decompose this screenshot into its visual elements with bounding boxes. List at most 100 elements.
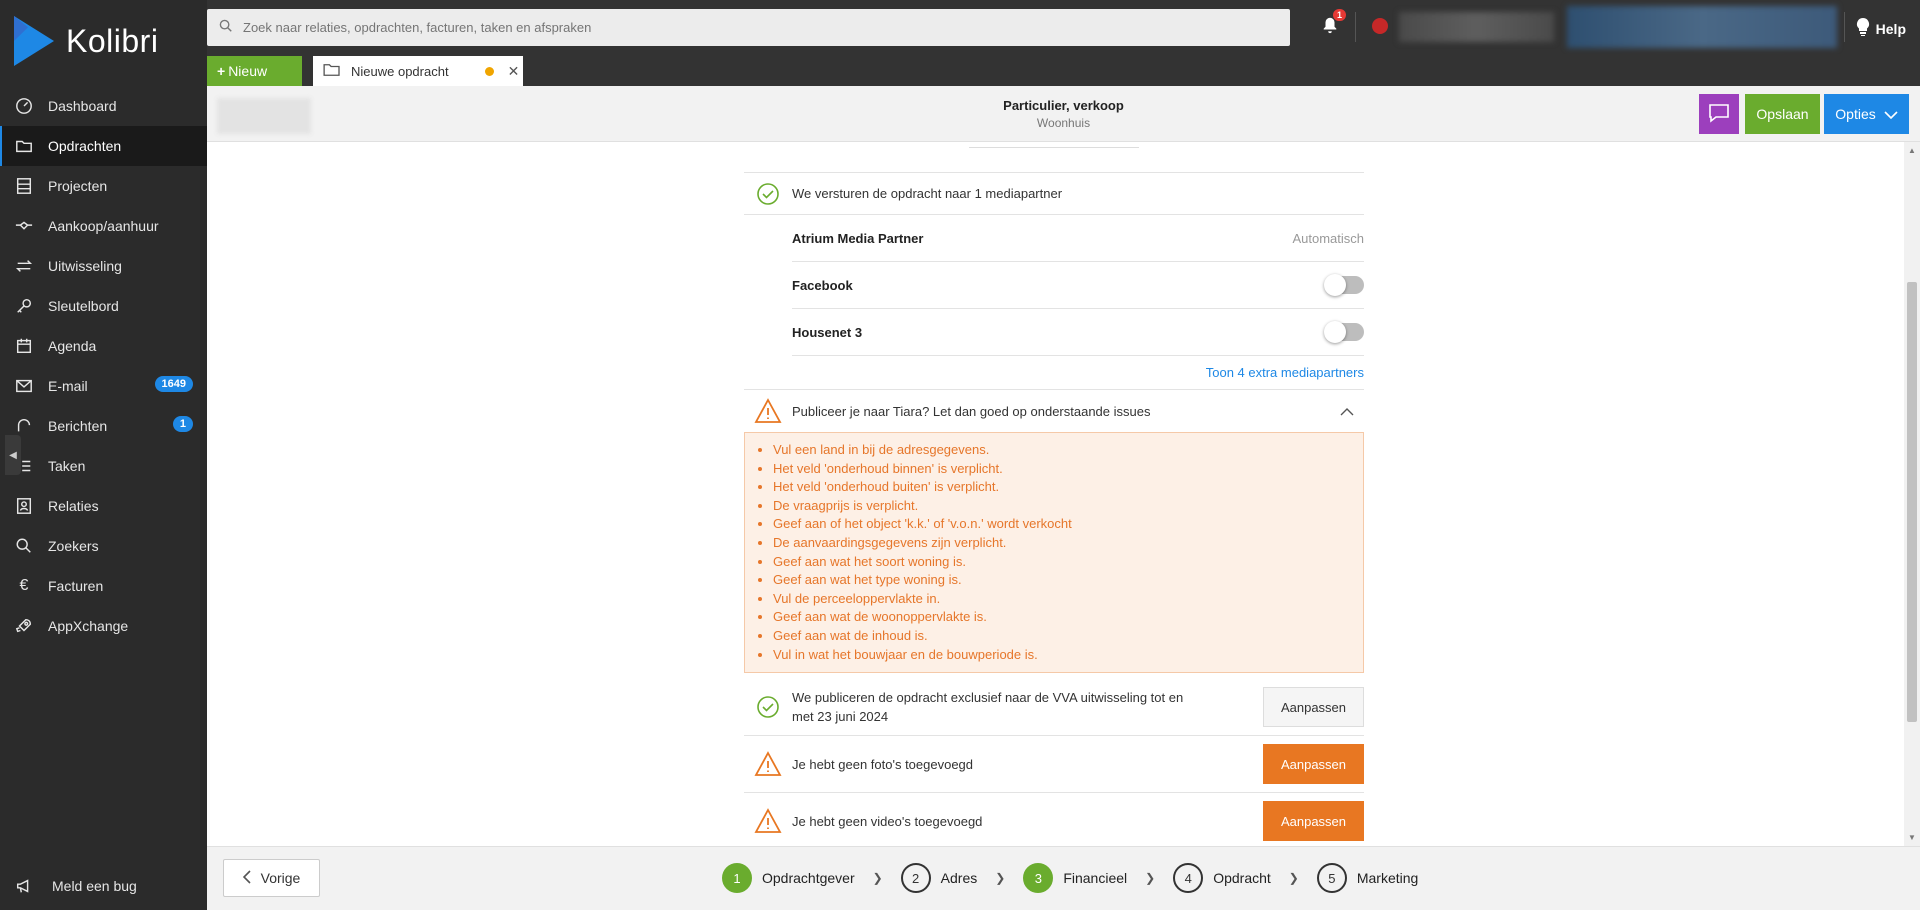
show-more-partners-link[interactable]: Toon 4 extra mediapartners xyxy=(744,356,1364,390)
adjust-exchange-button[interactable]: Aanpassen xyxy=(1263,687,1364,728)
page-title: Particulier, verkoop xyxy=(1003,98,1124,113)
global-search[interactable] xyxy=(207,9,1290,46)
sidebar-item-taken[interactable]: Taken xyxy=(0,446,207,486)
search-input[interactable] xyxy=(243,20,1290,35)
section-tab-remnant xyxy=(969,142,1139,148)
chevron-down-icon xyxy=(1884,106,1898,122)
chevron-right-icon: ❯ xyxy=(1145,871,1156,885)
sidebar-item-aankoop[interactable]: Aankoop/aanhuur xyxy=(0,206,207,246)
sidebar-item-uitwisseling[interactable]: Uitwisseling xyxy=(0,246,207,286)
options-label: Opties xyxy=(1835,106,1876,122)
step-adres[interactable]: 2 Adres xyxy=(900,863,978,893)
step-financieel[interactable]: 3 Financieel xyxy=(1023,863,1127,893)
record-header: Particulier, verkoop Woonhuis Opslaan Op… xyxy=(207,86,1920,142)
key-icon xyxy=(14,296,34,316)
chat-button[interactable] xyxy=(1699,94,1739,134)
close-tab-icon[interactable]: ✕ xyxy=(508,63,520,80)
sidebar: Kolibri Dashboard Opdrachten Projecten A… xyxy=(0,0,207,910)
search-icon xyxy=(219,19,233,36)
main-scrollbar[interactable]: ▲ ▼ xyxy=(1904,142,1920,846)
exchange-icon xyxy=(14,256,34,276)
issue-item: Vul een land in bij de adresgegevens. xyxy=(773,441,1351,460)
sidebar-item-projecten[interactable]: Projecten xyxy=(0,166,207,206)
issue-item: Geef aan wat de inhoud is. xyxy=(773,627,1351,646)
sidebar-item-label: Projecten xyxy=(48,178,108,194)
search-icon xyxy=(14,536,34,556)
media-partner-row: Atrium Media Partner Automatisch xyxy=(792,215,1364,262)
sidebar-item-dashboard[interactable]: Dashboard xyxy=(0,86,207,126)
scroll-up-icon[interactable]: ▲ xyxy=(1908,146,1916,155)
unsaved-indicator xyxy=(484,66,494,76)
sidebar-item-facturen[interactable]: € Facturen xyxy=(0,566,207,606)
marketing-panel: We versturen de opdracht naar 1 mediapar… xyxy=(744,172,1364,846)
chevron-left-icon xyxy=(242,869,251,887)
report-bug-label: Meld een bug xyxy=(52,878,137,894)
main-content: We versturen de opdracht naar 1 mediapar… xyxy=(207,142,1904,846)
chevron-right-icon: ❯ xyxy=(872,871,883,885)
save-button[interactable]: Opslaan xyxy=(1745,94,1820,134)
options-button[interactable]: Opties xyxy=(1824,94,1909,134)
scroll-down-icon[interactable]: ▼ xyxy=(1908,833,1916,842)
step-label: Opdrachtgever xyxy=(762,870,855,886)
step-opdrachtgever[interactable]: 1 Opdrachtgever xyxy=(722,863,855,893)
sidebar-item-zoekers[interactable]: Zoekers xyxy=(0,526,207,566)
calendar-icon xyxy=(14,336,34,356)
sidebar-item-label: Opdrachten xyxy=(48,138,122,154)
videos-row: Je hebt geen video's toegevoegd Aanpasse… xyxy=(744,793,1364,846)
sidebar-item-sleutelbord[interactable]: Sleutelbord xyxy=(0,286,207,326)
logo[interactable]: Kolibri xyxy=(14,16,158,66)
step-number: 2 xyxy=(900,863,931,893)
issue-item: Het veld 'onderhoud binnen' is verplicht… xyxy=(773,460,1351,479)
sidebar-item-label: Aankoop/aanhuur xyxy=(48,218,159,234)
folder-open-icon xyxy=(323,63,341,80)
media-partner-row: Facebook xyxy=(792,262,1364,309)
housenet-toggle[interactable] xyxy=(1324,321,1364,343)
dashboard-icon xyxy=(14,96,34,116)
sidebar-item-berichten[interactable]: Berichten 1 xyxy=(0,406,207,446)
rocket-icon xyxy=(14,616,34,636)
step-label: Adres xyxy=(940,870,978,886)
step-marketing[interactable]: 5 Marketing xyxy=(1316,863,1418,893)
check-circle-icon xyxy=(744,182,792,206)
sidebar-collapse-handle[interactable]: ◀ xyxy=(5,435,21,475)
sidebar-item-opdrachten[interactable]: Opdrachten xyxy=(0,126,207,166)
kolibri-logo-icon xyxy=(14,16,54,66)
sidebar-item-email[interactable]: E-mail 1649 xyxy=(0,366,207,406)
sidebar-item-agenda[interactable]: Agenda xyxy=(0,326,207,366)
app-name: Kolibri xyxy=(66,22,159,59)
adjust-videos-button[interactable]: Aanpassen xyxy=(1263,801,1364,842)
sidebar-item-label: Zoekers xyxy=(48,538,99,554)
redacted-user-info xyxy=(1399,12,1554,42)
media-partner-name: Housenet 3 xyxy=(792,324,863,340)
user-status-icon[interactable] xyxy=(1372,18,1388,34)
scroll-thumb[interactable] xyxy=(1907,282,1917,722)
sidebar-item-label: Uitwisseling xyxy=(48,258,122,274)
step-number: 1 xyxy=(722,863,752,893)
media-partner-name: Facebook xyxy=(792,277,853,293)
step-number: 4 xyxy=(1173,863,1204,893)
step-opdracht[interactable]: 4 Opdracht xyxy=(1173,863,1271,893)
redacted-office-info xyxy=(1567,6,1837,48)
tab-nieuwe-opdracht[interactable]: Nieuwe opdracht ✕ xyxy=(313,56,523,86)
page-subtitle: Woonhuis xyxy=(1036,116,1091,130)
sidebar-item-label: Agenda xyxy=(48,338,97,354)
issue-item: Geef aan wat de woonoppervlakte is. xyxy=(773,608,1351,627)
chevron-up-icon[interactable] xyxy=(1340,404,1354,419)
sidebar-item-relaties[interactable]: Relaties xyxy=(0,486,207,526)
facebook-toggle[interactable] xyxy=(1324,274,1364,296)
sidebar-item-label: Facturen xyxy=(48,578,104,594)
notifications-badge: 1 xyxy=(1333,9,1347,21)
report-bug-button[interactable]: Meld een bug xyxy=(14,876,137,896)
adjust-photos-button[interactable]: Aanpassen xyxy=(1263,744,1364,785)
previous-button[interactable]: Vorige xyxy=(223,859,320,897)
new-button-label: Nieuw xyxy=(228,63,268,79)
handshake-icon xyxy=(14,216,34,236)
projects-icon xyxy=(14,176,34,196)
issue-item: Geef aan wat het type woning is. xyxy=(773,571,1351,590)
tiara-warning-header[interactable]: Publiceer je naar Tiara? Let dan goed op… xyxy=(744,390,1364,432)
megaphone-icon xyxy=(14,876,34,896)
sidebar-item-appxchange[interactable]: AppXchange xyxy=(0,606,207,646)
wizard-steps: 1 Opdrachtgever ❯ 2 Adres ❯ 3 Financieel… xyxy=(722,863,1418,893)
help-button[interactable]: Help xyxy=(1856,17,1906,39)
new-button[interactable]: + Nieuw xyxy=(207,56,302,86)
